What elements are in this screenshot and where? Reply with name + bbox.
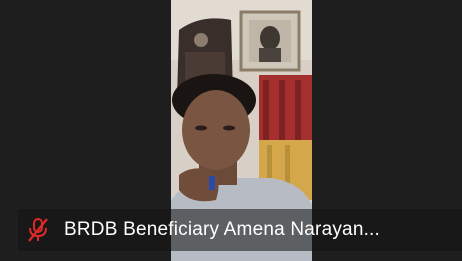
video-tile[interactable]: BRDB Beneficiary Amena Narayan... (0, 0, 462, 261)
mic-muted-icon (20, 209, 56, 251)
participant-name-bar: BRDB Beneficiary Amena Narayan... (18, 209, 462, 251)
participant-name: BRDB Beneficiary Amena Narayan... (64, 219, 381, 240)
